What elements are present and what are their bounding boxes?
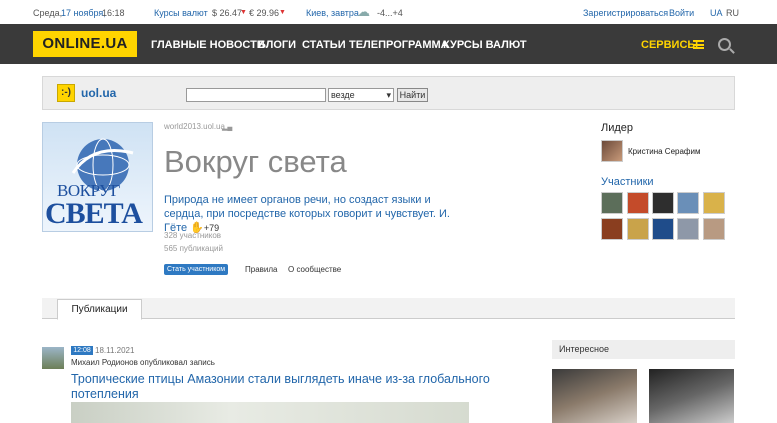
member-avatar[interactable] (677, 192, 699, 214)
online-ua-logo[interactable]: ONLINE.UA (33, 31, 137, 57)
tab-strip (42, 298, 735, 319)
leader-avatar[interactable] (601, 140, 623, 162)
post-date: 18.11.2021 (95, 346, 135, 355)
post-title[interactable]: Тропические птицы Амазонии стали выгляде… (71, 372, 491, 402)
top-info-bar: Среда, 17 ноября, 16:18 Курсы валют $ 26… (0, 0, 777, 24)
services-menu[interactable]: СЕРВИСЫ (641, 39, 698, 51)
interesting-thumbnail[interactable] (649, 369, 734, 423)
lang-ua[interactable]: UA (710, 8, 723, 18)
uol-smiley-icon: :-) (57, 84, 75, 102)
lang-ru[interactable]: RU (726, 8, 739, 18)
currency-link[interactable]: Курсы валют (154, 8, 208, 18)
menu-icon[interactable] (693, 40, 704, 49)
tab-divider (42, 318, 735, 319)
community-title: Вокруг света (164, 144, 347, 179)
time: 16:18 (102, 8, 125, 18)
temperature: -4...+4 (377, 8, 403, 18)
stats-icon: ▂▄ (222, 124, 233, 131)
member-avatar[interactable] (601, 218, 623, 240)
weather-link[interactable]: Киев, завтра (306, 8, 359, 18)
member-avatar[interactable] (652, 218, 674, 240)
cover-text-bottom: СВЕТА (45, 197, 143, 230)
snow-cloud-icon: ☁ (357, 4, 370, 19)
author-avatar[interactable] (42, 347, 64, 369)
eur-down-icon: ▼ (279, 9, 286, 16)
uol-logo-text[interactable]: uol.ua (81, 86, 116, 100)
interesting-thumbnail[interactable] (552, 369, 637, 423)
nav-main-news[interactable]: ГЛАВНЫЕ НОВОСТИ (151, 39, 265, 51)
member-avatar[interactable] (677, 218, 699, 240)
member-avatar[interactable] (652, 192, 674, 214)
date-link[interactable]: 17 ноября, (61, 8, 106, 18)
community-cover-image: ВОКРУГ СВЕТА (42, 122, 153, 232)
search-icon[interactable] (718, 38, 731, 51)
time-badge: 12:08 (71, 346, 93, 355)
rules-link[interactable]: Правила (245, 265, 277, 274)
search-input[interactable] (186, 88, 326, 102)
eur-rate: € 29.96 (249, 8, 280, 18)
leader-name[interactable]: Кристина Серафим (628, 147, 700, 156)
nav-tv-program[interactable]: ТЕЛЕПРОГРАММА (349, 39, 449, 51)
nav-currency[interactable]: КУРСЫ ВАЛЮТ (443, 39, 527, 51)
community-domain[interactable]: world2013.uol.ua (164, 122, 225, 131)
tab-publications[interactable]: Публикации (57, 299, 142, 320)
usd-down-icon: ▼ (240, 9, 247, 16)
member-avatar[interactable] (627, 192, 649, 214)
member-avatar[interactable] (627, 218, 649, 240)
usd-rate: $ 26.47 (212, 8, 243, 18)
member-avatar[interactable] (703, 218, 725, 240)
uol-search-bar: :-) uol.ua везде Найти (42, 76, 735, 110)
member-avatar[interactable] (703, 192, 725, 214)
nav-articles[interactable]: СТАТЬИ (302, 39, 346, 51)
join-button[interactable]: Стать участником (164, 264, 228, 275)
main-nav: ONLINE.UA ГЛАВНЫЕ НОВОСТИ БЛОГИ СТАТЬИ Т… (0, 24, 777, 64)
posts-count: 565 публикаций (164, 244, 223, 253)
community-description: Природа не имеет органов речи, но создас… (164, 193, 454, 235)
member-avatar[interactable] (601, 192, 623, 214)
login-link[interactable]: Войти (669, 8, 694, 18)
leader-heading: Лидер (601, 122, 634, 134)
author-line[interactable]: Михаил Родионов опубликовал запись (71, 358, 215, 367)
register-link[interactable]: Зарегистрироваться (583, 8, 668, 18)
nav-blogs[interactable]: БЛОГИ (258, 39, 296, 51)
search-button[interactable]: Найти (397, 88, 428, 102)
members-heading[interactable]: Участники (601, 176, 654, 188)
search-scope-select[interactable]: везде (328, 88, 394, 102)
members-count: 328 участников (164, 231, 222, 240)
weekday: Среда, (33, 8, 63, 18)
post-image[interactable] (71, 402, 469, 423)
about-link[interactable]: О сообществе (288, 265, 341, 274)
interesting-heading: Интересное (552, 340, 735, 359)
